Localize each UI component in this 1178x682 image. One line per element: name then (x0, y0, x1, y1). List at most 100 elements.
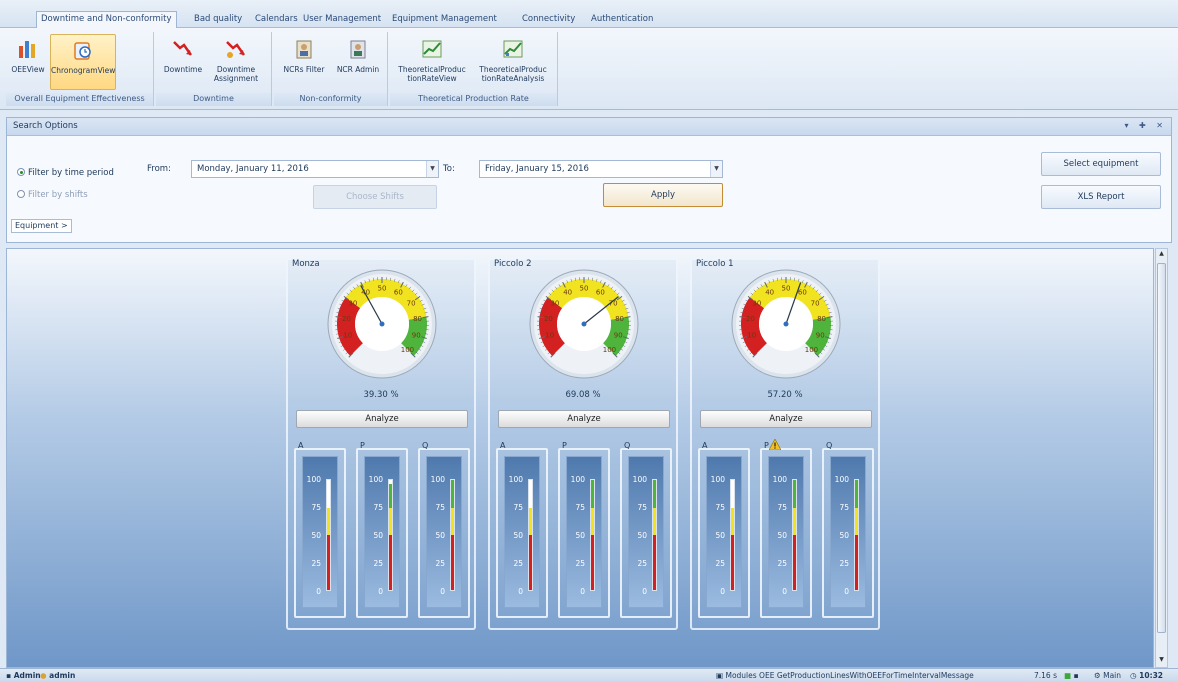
gauge-scale-label: 60 (596, 288, 605, 296)
tab-connectivity[interactable]: Connectivity (518, 12, 579, 29)
apply-button[interactable]: Apply (603, 183, 723, 207)
oeeview-button[interactable]: OEEView (8, 34, 48, 90)
meter-label: Q (826, 441, 833, 450)
analyze-button[interactable]: Analyze (296, 410, 468, 428)
gauge-scale-label: 30 (752, 299, 761, 307)
oee-gauge: 10203040 50 60708090100 (731, 269, 841, 379)
tab-user-management[interactable]: User Management (299, 12, 385, 29)
meter-scale-label: 0 (642, 587, 647, 596)
meter-q: Q 100 75 50 25 0 (418, 441, 470, 618)
gauge-scale-label: 20 (342, 315, 351, 323)
meter-fill (389, 507, 392, 535)
meter-scale-label: 75 (839, 503, 849, 512)
dropdown-arrow-icon[interactable]: ▼ (710, 161, 722, 177)
oee-gauge: 10203040 50 60708090100 (327, 269, 437, 379)
downtime-assignment-button[interactable]: Downtime Assignment (208, 34, 264, 90)
gauge-scale-label: 80 (615, 315, 624, 323)
meter-scale-label: 50 (715, 531, 725, 540)
downtime-assignment-icon (226, 41, 246, 58)
scroll-up-icon[interactable]: ▲ (1157, 250, 1166, 260)
ncrs-filter-button[interactable]: NCRs Filter (276, 34, 332, 90)
tab-calendars[interactable]: Calendars (251, 12, 302, 29)
meter-scale-label: 100 (834, 475, 849, 484)
meter-tube (652, 479, 657, 591)
gauge-scale-label: 20 (544, 315, 553, 323)
equipment-card: Monza 10 20 30 40 50 60 70 80 90 100 39.30 % Analyze… (286, 258, 476, 630)
meter-tube (528, 479, 533, 591)
meter-scale-label: 0 (844, 587, 849, 596)
downtime-button[interactable]: Downtime (162, 34, 204, 90)
meter-body: 100 75 50 25 0 (706, 456, 742, 608)
meter-scale-label: 75 (777, 503, 787, 512)
tab-downtime-and-non-conformity[interactable]: Downtime and Non-conformity (36, 11, 177, 29)
chronogram-icon (74, 42, 91, 60)
tab-equipment-management[interactable]: Equipment Management (388, 12, 501, 29)
theoretical-production-rate-analysis-button[interactable]: TheoreticalProduc tionRateAnalysis (474, 34, 552, 90)
chronogramview-button[interactable]: ChronogramView (50, 34, 116, 90)
dropdown-arrow-icon[interactable]: ▼ (426, 161, 438, 177)
meter-label: Q (422, 441, 429, 450)
gauge-band (741, 297, 768, 356)
analyze-button[interactable]: Analyze (700, 410, 872, 428)
vertical-scrollbar[interactable]: ▲ ▼ (1155, 248, 1168, 668)
production-rate-analysis-label: TheoreticalProduc tionRateAnalysis (479, 65, 547, 83)
ribbon-group-oee: OEEView ChronogramView Overall Equipment… (6, 32, 154, 106)
scrollbar-thumb[interactable] (1157, 263, 1166, 633)
equipment-card: Piccolo 1 10 20 30 40 50 60 70 80 90 100 57.20 % Ana… (690, 258, 880, 630)
ncr-admin-button[interactable]: NCR Admin (332, 34, 384, 90)
user-icon: ▪ (6, 671, 14, 680)
filter-by-time-period-radio[interactable]: Filter by time period (17, 168, 114, 178)
analyze-button[interactable]: Analyze (498, 410, 670, 428)
tab-bad-quality[interactable]: Bad quality (190, 12, 246, 29)
filter-by-time-period-label: Filter by time period (28, 168, 114, 178)
group-label-theoretical-production-rate: Theoretical Production Rate (390, 93, 557, 106)
meter-q: Q 100 75 50 25 0 (822, 441, 874, 618)
ncr-filter-icon (296, 40, 312, 59)
to-date-value: Friday, January 15, 2016 (485, 164, 589, 174)
xls-report-button[interactable]: XLS Report (1041, 185, 1161, 209)
scroll-down-icon[interactable]: ▼ (1157, 656, 1166, 666)
search-options-title: Search Options (13, 121, 78, 131)
server-icon: ⚙ (1094, 671, 1104, 680)
to-date-picker[interactable]: Friday, January 15, 2016 ▼ (479, 160, 723, 178)
filter-by-shifts-radio[interactable]: Filter by shifts (17, 190, 88, 200)
meter-fill (591, 507, 594, 535)
meter-scale-label: 50 (839, 531, 849, 540)
meter-a: A 100 75 50 25 0 (294, 441, 346, 618)
gauge-scale-label: 10 (343, 332, 352, 340)
gauge-scale-label: 50 (580, 285, 589, 293)
meter-tube (854, 479, 859, 591)
to-label: To: (443, 164, 455, 174)
meter-body: 100 75 50 25 0 (628, 456, 664, 608)
panel-controls[interactable]: ▾ ✚ ✕ (1124, 121, 1167, 130)
downtime-chart-icon (173, 41, 193, 56)
meter-p: P 100 75 50 25 0 (558, 441, 610, 618)
meter-tube (450, 479, 455, 591)
connection-status-icon: ■ ▪ (1064, 671, 1079, 680)
status-time-text: 10:32 (1139, 671, 1164, 680)
choose-shifts-button[interactable]: Choose Shifts (313, 185, 437, 209)
meter-p: P 100 75 50 25 0 (760, 439, 812, 618)
theoretical-production-rate-view-button[interactable]: TheoreticalProduc tionRateView (394, 34, 470, 90)
equipment-breadcrumb[interactable]: Equipment > (11, 219, 72, 233)
meter-scale-label: 25 (637, 559, 647, 568)
gauge-scale-label: 90 (816, 332, 825, 340)
gauge-scale-label: 60 (798, 288, 807, 296)
from-date-picker[interactable]: Monday, January 11, 2016 ▼ (191, 160, 439, 178)
tab-authentication[interactable]: Authentication (587, 12, 657, 29)
meter-label: A (702, 441, 708, 450)
meter-fill (591, 535, 594, 590)
meter-body: 100 75 50 25 0 (504, 456, 540, 608)
status-clock: ◷ 10:32 (1130, 671, 1163, 680)
select-equipment-button[interactable]: Select equipment (1041, 152, 1161, 176)
warning-icon (769, 439, 781, 450)
meter-body: 100 75 50 25 0 (566, 456, 602, 608)
gauge-scale-label: 10 (747, 332, 756, 340)
status-server-text: Main (1103, 671, 1122, 680)
gauge-scale-label: 50 (782, 285, 791, 293)
status-server: ⚙ Main (1094, 671, 1121, 680)
meter-body: 100 75 50 25 0 (426, 456, 462, 608)
meter-scale-label: 25 (777, 559, 787, 568)
from-date-value: Monday, January 11, 2016 (197, 164, 309, 174)
meter-fill (653, 535, 656, 590)
